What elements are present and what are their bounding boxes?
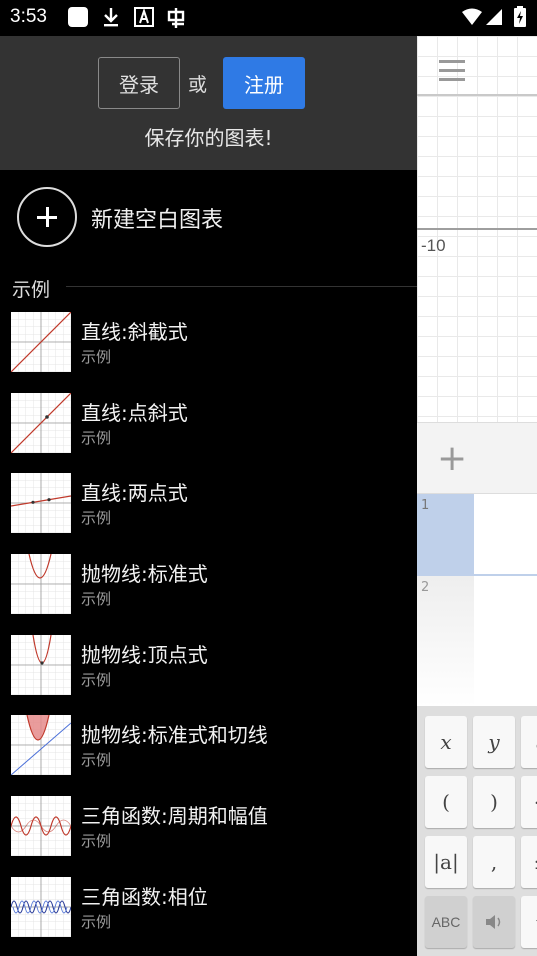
key-audio[interactable] (473, 896, 515, 948)
key-close-paren[interactable]: ) (473, 776, 515, 828)
example-thumbnail (11, 312, 71, 372)
key-sqrt[interactable]: √ (521, 896, 537, 948)
example-thumbnail (11, 876, 71, 937)
example-item-parabola-vertex[interactable]: 抛物线:顶点式 示例 (0, 633, 417, 714)
plus-circle-icon (17, 187, 77, 247)
signup-button[interactable]: 注册 (223, 57, 305, 109)
example-subtitle: 示例 (81, 509, 112, 528)
example-item-line-two-point[interactable]: 直线:两点式 示例 (0, 471, 417, 552)
section-divider (66, 286, 417, 287)
example-subtitle: 示例 (81, 428, 112, 447)
expression-number: 2 (417, 576, 474, 706)
example-item-line-point-slope[interactable]: 直线:点斜式 示例 (0, 391, 417, 472)
cell-signal-icon (485, 8, 503, 30)
save-prompt: 保存你的图表! (144, 126, 273, 150)
example-thumbnail (11, 715, 71, 776)
grid-line (417, 94, 537, 96)
axis-tick-label: -10 (421, 236, 446, 255)
key-abs[interactable]: |a| (425, 836, 467, 888)
drawer-header: 登录 或 注册 保存你的图表! (0, 36, 417, 170)
key-comma[interactable]: , (473, 836, 515, 888)
example-subtitle: 示例 (81, 832, 112, 851)
x-axis-line (417, 228, 537, 230)
example-subtitle: 示例 (81, 670, 112, 689)
example-title: 抛物线:标准式 (81, 562, 208, 587)
key-a[interactable]: a (521, 716, 537, 768)
expression-row[interactable]: 1 (417, 494, 537, 576)
example-thumbnail (11, 473, 71, 534)
menu-icon[interactable] (439, 60, 465, 81)
example-thumbnail (11, 634, 71, 695)
example-subtitle: 示例 (81, 348, 112, 366)
example-item-trig-period-amplitude[interactable]: 三角函数:周期和幅值 示例 (0, 794, 417, 875)
battery-charging-icon (513, 6, 527, 32)
example-thumbnail (11, 796, 71, 857)
key-leq[interactable]: ≤ (521, 836, 537, 888)
expression-toolbar: + (417, 422, 537, 494)
key-less-than[interactable]: < (521, 776, 537, 828)
example-item-line-slope-intercept[interactable]: 直线:斜截式 示例 (0, 310, 417, 391)
login-button[interactable]: 登录 (98, 57, 180, 109)
example-item-parabola-tangent[interactable]: 抛物线:标准式和切线 示例 (0, 713, 417, 794)
font-a-icon (134, 6, 154, 32)
example-thumbnail (11, 554, 71, 615)
example-title: 直线:点斜式 (81, 400, 188, 425)
wechat-icon (164, 6, 188, 34)
example-item-trig-phase[interactable]: 三角函数:相位 示例 (0, 875, 417, 956)
status-time: 3:53 (10, 6, 47, 27)
or-label: 或 (188, 74, 208, 96)
example-title: 直线:斜截式 (81, 320, 188, 344)
key-x[interactable]: x (425, 716, 467, 768)
example-subtitle: 示例 (81, 912, 112, 931)
app-square-icon (67, 6, 89, 32)
add-expression-button[interactable]: + (437, 441, 467, 477)
wifi-icon (461, 8, 483, 30)
example-title: 直线:两点式 (81, 481, 188, 506)
status-bar: 3:53 (0, 0, 537, 36)
graph-app-background: -10 + 1 2 x y a ( ) < |a| , ≤ ABC √ (417, 36, 537, 956)
example-thumbnail (11, 392, 71, 453)
new-graph-label: 新建空白图表 (91, 208, 224, 233)
key-open-paren[interactable]: ( (425, 776, 467, 828)
example-title: 抛物线:标准式和切线 (81, 723, 268, 748)
new-blank-graph-button[interactable]: 新建空白图表 (0, 184, 417, 250)
speaker-icon (486, 915, 501, 929)
key-y[interactable]: y (473, 716, 515, 768)
examples-list: 直线:斜截式 示例 直线:点斜式 示例 直线:两点式 示例 抛物线:标准式 示例… (0, 310, 417, 956)
expression-row[interactable]: 2 (417, 576, 537, 706)
example-title: 三角函数:相位 (81, 884, 208, 909)
download-icon (101, 6, 121, 32)
examples-section-title: 示例 (12, 279, 51, 301)
example-title: 抛物线:顶点式 (81, 642, 208, 667)
example-subtitle: 示例 (81, 590, 112, 609)
example-title: 三角函数:周期和幅值 (81, 804, 268, 829)
navigation-drawer: 登录 或 注册 保存你的图表! 新建空白图表 示例 直线:斜截式 示例 直线:点… (0, 36, 417, 956)
example-subtitle: 示例 (81, 751, 112, 770)
graph-canvas[interactable]: -10 (417, 36, 537, 422)
example-item-parabola-standard[interactable]: 抛物线:标准式 示例 (0, 552, 417, 633)
math-keypad: x y a ( ) < |a| , ≤ ABC √ (417, 706, 537, 956)
key-abc[interactable]: ABC (425, 896, 467, 948)
expression-number: 1 (417, 494, 474, 576)
